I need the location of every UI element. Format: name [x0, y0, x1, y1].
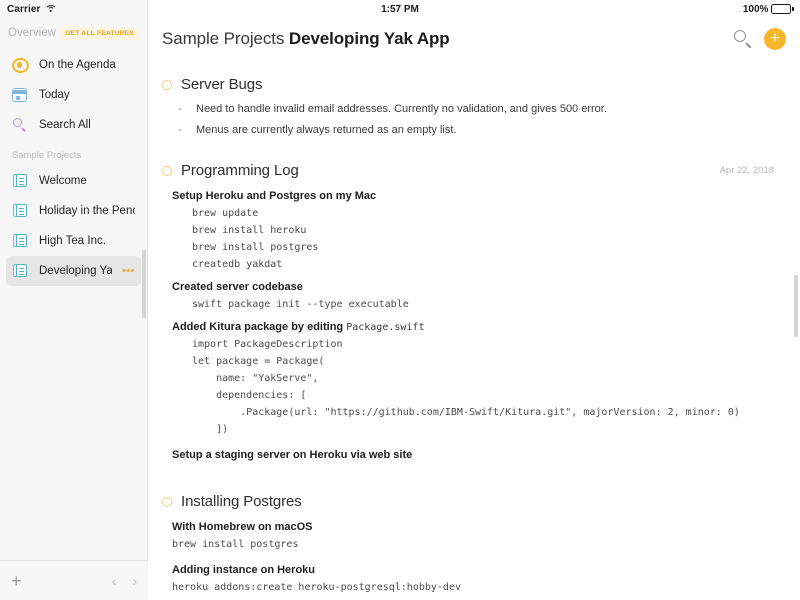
code-line: import PackageDescription: [162, 339, 778, 350]
document-name: Developing Yak App: [289, 29, 450, 48]
sidebar-item-welcome[interactable]: Welcome: [6, 166, 141, 196]
block-heading: Setup Heroku and Postgres on my Mac: [172, 190, 778, 202]
block-heading: Created server codebase: [172, 281, 778, 293]
code-line: brew install postgres: [162, 539, 778, 550]
app-window: Carrier 1:57 PM 100% Overview GET ALL FE…: [0, 0, 800, 600]
section-title: Programming Log: [181, 162, 299, 179]
list-item-text: Menus are currently always returned as a…: [196, 124, 456, 136]
section-title: Installing Postgres: [181, 493, 302, 510]
code-line: brew update: [162, 208, 778, 219]
plus-circle-icon: +: [770, 31, 779, 47]
sidebar-item-label: Welcome: [39, 175, 135, 187]
block-heading: Adding instance on Heroku: [172, 564, 778, 576]
sidebar-item-on-the-agenda[interactable]: On the Agenda: [6, 50, 141, 80]
overview-label[interactable]: Overview: [8, 27, 56, 39]
section-title: Server Bugs: [181, 76, 262, 93]
sidebar-header: Overview GET ALL FEATURES: [0, 18, 147, 48]
section-status-circle-icon[interactable]: [162, 80, 172, 90]
add-item-button[interactable]: +: [764, 28, 786, 50]
sidebar-item-label: High Tea Inc.: [39, 235, 135, 247]
block-heading: With Homebrew on macOS: [172, 521, 778, 533]
sidebar-group-label: Sample Projects: [0, 140, 147, 166]
code-line: createdb yakdat: [162, 259, 778, 270]
sidebar-item-today[interactable]: Today: [6, 80, 141, 110]
sidebar-item-holiday-in-the-pencils[interactable]: Holiday in the Pencils: [6, 196, 141, 226]
section-header-programming-log[interactable]: Programming Log Apr 22, 2018: [162, 162, 778, 179]
document-icon: [12, 173, 29, 190]
block-heading: Setup a staging server on Heroku via web…: [172, 449, 778, 461]
list-item: - Need to handle invalid email addresses…: [178, 103, 778, 115]
search-icon: [12, 117, 29, 134]
get-all-features-badge[interactable]: GET ALL FEATURES: [60, 27, 139, 40]
page-title: Sample Projects Developing Yak App: [162, 29, 450, 49]
forward-chevron-icon[interactable]: ›: [132, 574, 137, 588]
breadcrumb[interactable]: Sample Projects: [162, 29, 284, 48]
block-heading: Added Kitura package by editing Package.…: [172, 321, 778, 333]
code-line: swift package init --type executable: [162, 299, 778, 310]
document-header: Sample Projects Developing Yak App +: [148, 18, 800, 60]
inline-code: Package.swift: [346, 322, 424, 333]
code-line: brew install postgres: [162, 242, 778, 253]
bullet-dash: -: [178, 124, 186, 136]
back-chevron-icon[interactable]: ‹: [112, 574, 117, 588]
code-line: brew install heroku: [162, 225, 778, 236]
sidebar-item-label: On the Agenda: [39, 59, 135, 71]
agenda-target-icon: [12, 58, 29, 73]
search-icon[interactable]: [732, 28, 754, 50]
sidebar-item-label: Search All: [39, 119, 135, 131]
section-header-installing-postgres[interactable]: Installing Postgres: [162, 493, 778, 510]
main-scrollbar[interactable]: [794, 275, 798, 337]
list-item-text: Need to handle invalid email addresses. …: [196, 103, 607, 115]
sidebar-item-label: Holiday in the Pencils: [39, 205, 135, 217]
code-line: let package = Package(: [162, 356, 778, 367]
block-heading-text: Added Kitura package by editing: [172, 321, 346, 333]
history-nav-group: ‹ ›: [112, 574, 137, 588]
sidebar-bottom-toolbar: + ‹ ›: [0, 560, 148, 600]
sidebar: Overview GET ALL FEATURES On the Agenda …: [0, 0, 148, 600]
code-line: heroku addons:create heroku-postgresql:h…: [162, 582, 778, 593]
project-more-options-icon[interactable]: •••: [122, 268, 135, 274]
code-line: name: "YakServe",: [162, 373, 778, 384]
list-item: - Menus are currently always returned as…: [178, 124, 778, 136]
sidebar-item-label: Developing Yak A…: [39, 265, 112, 277]
add-project-button[interactable]: +: [11, 572, 22, 590]
sidebar-item-search-all[interactable]: Search All: [6, 110, 141, 140]
document-icon: [12, 263, 29, 280]
document-body: Server Bugs - Need to handle invalid ema…: [148, 60, 800, 593]
code-line: .Package(url: "https://github.com/IBM-Sw…: [162, 407, 778, 418]
section-header-server-bugs[interactable]: Server Bugs: [162, 76, 778, 93]
document-icon: [12, 203, 29, 220]
sidebar-nav-list: On the Agenda Today Search All Sample Pr…: [0, 48, 147, 286]
section-date: Apr 22, 2018: [720, 165, 778, 176]
calendar-icon: [12, 87, 29, 104]
main-content: Sample Projects Developing Yak App + Ser…: [148, 0, 800, 600]
section-status-circle-icon[interactable]: [162, 166, 172, 176]
code-line: dependencies: [: [162, 390, 778, 401]
sidebar-item-developing-yak-app[interactable]: Developing Yak A… •••: [6, 256, 141, 286]
code-line: ]): [162, 424, 778, 435]
sidebar-item-label: Today: [39, 89, 135, 101]
section-status-circle-icon[interactable]: [162, 497, 172, 507]
bullet-dash: -: [178, 103, 186, 115]
sidebar-scrollbar[interactable]: [142, 250, 146, 318]
sidebar-item-high-tea-inc[interactable]: High Tea Inc.: [6, 226, 141, 256]
document-icon: [12, 233, 29, 250]
